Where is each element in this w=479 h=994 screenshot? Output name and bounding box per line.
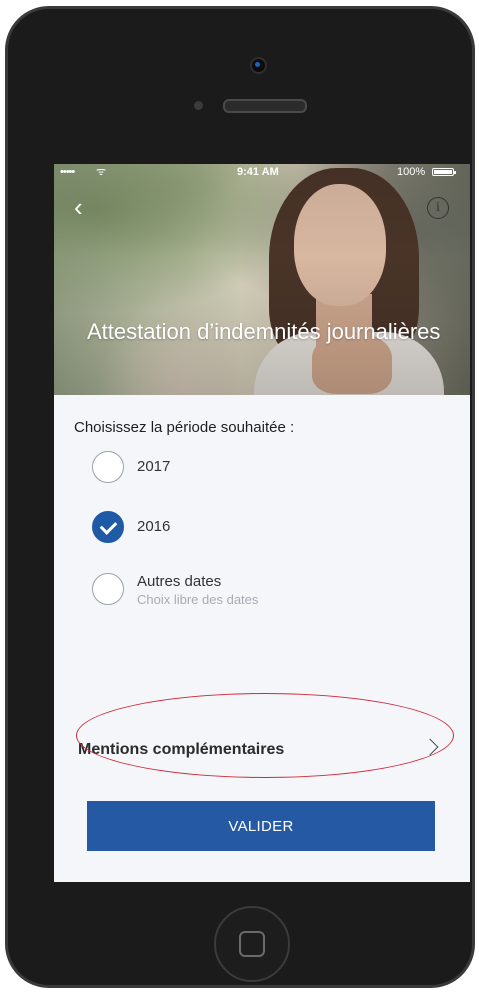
page-title: Attestation d’indemnités journalières [87,319,441,344]
status-time: 9:41 AM [237,166,279,178]
wifi-icon: ᯤ [96,166,107,178]
battery-icon [432,168,456,176]
info-icon[interactable]: i [427,197,449,219]
valider-button[interactable]: VALIDER [87,801,435,851]
option-label: 2017 [137,458,171,475]
period-option-2017[interactable]: 2017 [92,451,422,491]
option-sublabel: Choix libre des dates [137,592,259,607]
checkmark-icon [99,517,118,535]
app-screen: ••••• ᯤ 9:41 AM 100% ‹ i Attestation d’i… [54,164,470,882]
period-option-2016[interactable]: 2016 [92,511,422,551]
status-bar: ••••• ᯤ 9:41 AM 100% [54,164,470,180]
hero-shade [54,164,470,395]
annotation-highlight-ellipse [76,693,454,778]
front-camera [250,57,267,74]
battery-percent: 100% [397,166,426,178]
earpiece-speaker [223,99,307,113]
chevron-left-icon[interactable]: ‹ [74,194,94,222]
option-label: 2016 [137,518,171,535]
main-content: Choisissez la période souhaitée : 2017 2… [54,395,470,882]
radio-checked-icon[interactable] [92,511,124,543]
radio-unchecked-icon[interactable] [92,573,124,605]
period-option-other-dates[interactable]: Autres dates Choix libre des dates [92,573,422,623]
period-label: Choisissez la période souhaitée : [74,419,295,436]
phone-frame: ••••• ᯤ 9:41 AM 100% ‹ i Attestation d’i… [5,6,475,988]
option-label: Autres dates [137,573,222,590]
signal-icon: ••••• [60,166,75,178]
home-button[interactable] [214,906,290,982]
hero-banner: ••••• ᯤ 9:41 AM 100% ‹ i Attestation d’i… [54,164,470,395]
proximity-sensor [194,101,203,110]
radio-unchecked-icon[interactable] [92,451,124,483]
